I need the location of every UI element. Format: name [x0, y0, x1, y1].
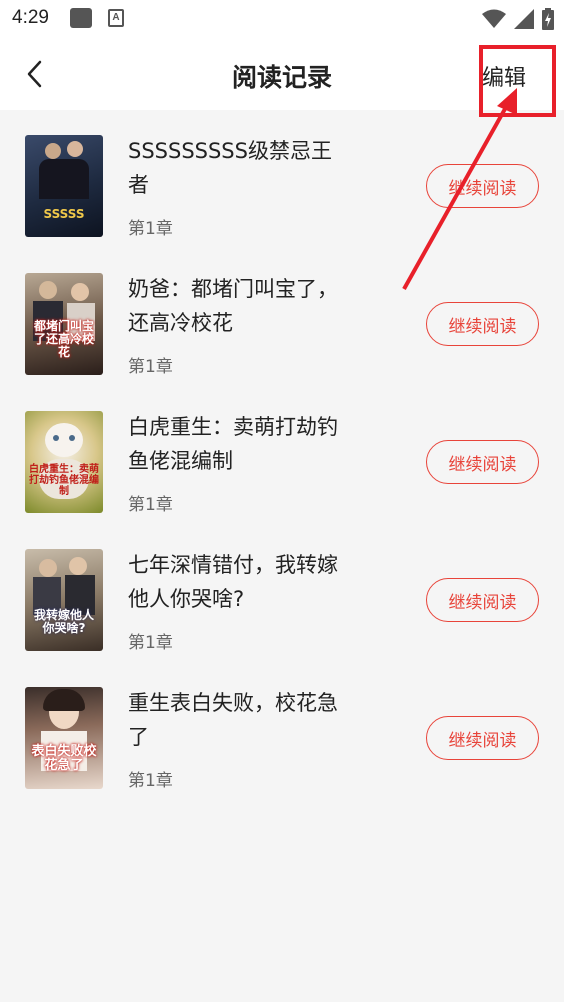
notification-square-icon — [70, 8, 92, 28]
book-title: 白虎重生：卖萌打劫钓鱼佬混编制 — [128, 415, 338, 473]
book-chapter: 第1章 — [128, 495, 173, 515]
list-item[interactable]: 白虎重生：卖萌打劫钓鱼佬混编制 白虎重生：卖萌打劫钓鱼佬混编制 第1章 继续阅读 — [0, 386, 564, 524]
book-chapter: 第1章 — [128, 771, 173, 791]
book-chapter: 第1章 — [128, 357, 173, 377]
accessibility-a-icon: A — [108, 9, 124, 27]
list-item[interactable]: 我转嫁他人你哭啥? 七年深情错付，我转嫁他人你哭啥? 第1章 继续阅读 — [0, 524, 564, 662]
cover-title: 表白失败校花急了 — [31, 744, 97, 773]
status-icons — [482, 8, 554, 30]
continue-reading-button[interactable]: 继续阅读 — [426, 164, 539, 208]
cover-title: 白虎重生：卖萌打劫钓鱼佬混编制 — [29, 464, 99, 497]
header: 阅读记录 编辑 — [0, 38, 564, 110]
book-cover[interactable]: SSSSS — [25, 135, 103, 237]
status-time: 4:29 — [12, 7, 49, 28]
list-item[interactable]: 都堵门叫宝了还高冷校花 奶爸：都堵门叫宝了，还高冷校花 第1章 继续阅读 — [0, 248, 564, 386]
continue-reading-button[interactable]: 继续阅读 — [426, 440, 539, 484]
list-item[interactable]: 表白失败校花急了 重生表白失败，校花急了 第1章 继续阅读 — [0, 662, 564, 800]
book-cover[interactable]: 都堵门叫宝了还高冷校花 — [25, 273, 103, 375]
book-title: SSSSSSSSS级禁忌王者 — [128, 139, 332, 197]
book-chapter: 第1章 — [128, 633, 173, 653]
signal-icon — [514, 9, 534, 29]
list-item[interactable]: SSSSS SSSSSSSSS级禁忌王者 第1章 继续阅读 — [0, 110, 564, 248]
book-cover[interactable]: 表白失败校花急了 — [25, 687, 103, 789]
continue-reading-button[interactable]: 继续阅读 — [426, 578, 539, 622]
cover-title: SSSSS — [43, 207, 85, 221]
status-bar: 4:29 A — [0, 0, 564, 38]
page-title: 阅读记录 — [231, 63, 332, 92]
cover-title: 都堵门叫宝了还高冷校花 — [33, 319, 94, 359]
book-cover[interactable]: 我转嫁他人你哭啥? — [25, 549, 103, 651]
cover-title: 我转嫁他人你哭啥? — [33, 608, 94, 635]
edit-button[interactable]: 编辑 — [482, 60, 526, 92]
continue-reading-button[interactable]: 继续阅读 — [426, 716, 539, 760]
book-title: 七年深情错付，我转嫁他人你哭啥? — [128, 553, 338, 611]
book-title: 重生表白失败，校花急了 — [128, 691, 338, 749]
continue-reading-button[interactable]: 继续阅读 — [426, 302, 539, 346]
wifi-icon — [482, 9, 506, 28]
book-cover[interactable]: 白虎重生：卖萌打劫钓鱼佬混编制 — [25, 411, 103, 513]
book-title: 奶爸：都堵门叫宝了，还高冷校花 — [128, 277, 338, 335]
book-chapter: 第1章 — [128, 219, 173, 239]
battery-icon — [542, 8, 554, 30]
